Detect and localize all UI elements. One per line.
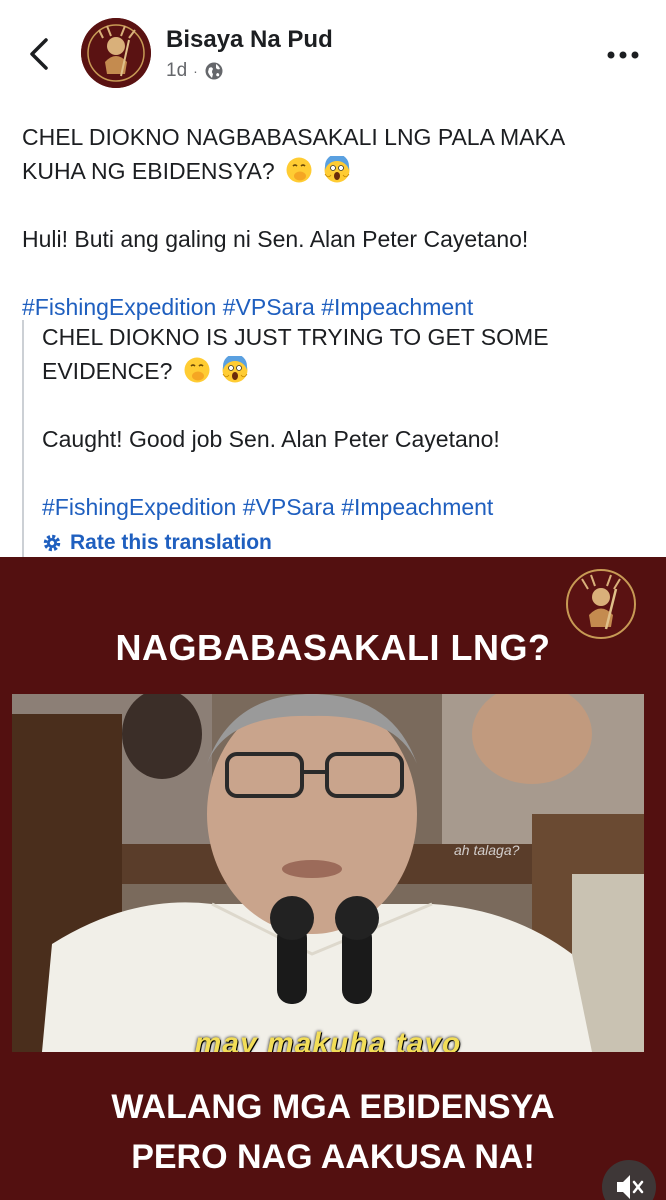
mute-button[interactable] (602, 1160, 656, 1200)
speaker-photo (12, 694, 644, 1052)
video-frame: ah talaga? may makuha tayo (12, 694, 644, 1052)
rate-translation-button[interactable]: Rate this translation (42, 526, 662, 560)
translation-line-2: EVIDENCE? (42, 354, 662, 388)
media-headline: NAGBABASAKALI LNG? (115, 627, 551, 668)
hashtag-link[interactable]: #Impeachment (321, 294, 473, 320)
screaming-face-emoji-icon (222, 356, 248, 383)
media-caption: WALANG MGA EBIDENSYA PERO NAG AAKUSA NA! (0, 1082, 666, 1182)
video-subtitle: may makuha tayo (194, 1027, 462, 1052)
hashtag-link[interactable]: #FishingExpedition (22, 294, 223, 320)
hashtag-link[interactable]: #FishingExpedition (42, 494, 243, 520)
meta-separator: · (193, 63, 198, 79)
post-hashtags: #FishingExpedition #VPSara #Impeachment (22, 290, 642, 324)
post-meta: 1d · (166, 60, 224, 82)
gear-icon (43, 534, 61, 552)
translation-line-3: Caught! Good job Sen. Alan Peter Cayetan… (42, 426, 500, 452)
media-caption-line-2: PERO NAG AAKUSA NA! (131, 1138, 535, 1176)
screaming-face-emoji-icon (324, 156, 350, 183)
rate-translation-label: Rate this translation (70, 531, 272, 554)
post-line-2: KUHA NG EBIDENSYA? (22, 154, 642, 188)
hashtag-link[interactable]: #VPSara (223, 294, 321, 320)
page-name[interactable]: Bisaya Na Pud (166, 26, 333, 54)
more-horizontal-icon[interactable] (606, 50, 640, 60)
video-watermark: ah talaga? (454, 842, 520, 858)
globe-icon (205, 62, 223, 80)
hashtag-link[interactable]: #VPSara (243, 494, 341, 520)
post-line-1: CHEL DIOKNO NAGBABASAKALI LNG PALA MAKA (22, 124, 566, 150)
post-header: Bisaya Na Pud 1d · (0, 0, 666, 100)
hand-over-mouth-emoji-icon (184, 357, 210, 383)
post-media-video[interactable]: NAGBABASAKALI LNG? ah talaga? may makuha… (0, 557, 666, 1200)
hand-over-mouth-emoji-icon (286, 157, 312, 183)
post-line-2-text: KUHA NG EBIDENSYA? (22, 158, 275, 184)
media-caption-line-1: WALANG MGA EBIDENSYA (111, 1088, 555, 1126)
translation-block: CHEL DIOKNO IS JUST TRYING TO GET SOME E… (22, 320, 662, 560)
translation-hashtags: #FishingExpedition #VPSara #Impeachment (42, 490, 662, 524)
post-body: CHEL DIOKNO NAGBABASAKALI LNG PALA MAKA … (22, 120, 642, 324)
translation-line-1: CHEL DIOKNO IS JUST TRYING TO GET SOME (42, 324, 549, 350)
hashtag-link[interactable]: #Impeachment (341, 494, 493, 520)
chevron-left-icon[interactable] (22, 34, 58, 74)
speaker-muted-icon (617, 1175, 644, 1199)
translation-line-2-text: EVIDENCE? (42, 358, 173, 384)
post-time[interactable]: 1d (166, 60, 187, 82)
avatar[interactable] (81, 18, 151, 88)
post-line-3: Huli! Buti ang galing ni Sen. Alan Peter… (22, 226, 529, 252)
